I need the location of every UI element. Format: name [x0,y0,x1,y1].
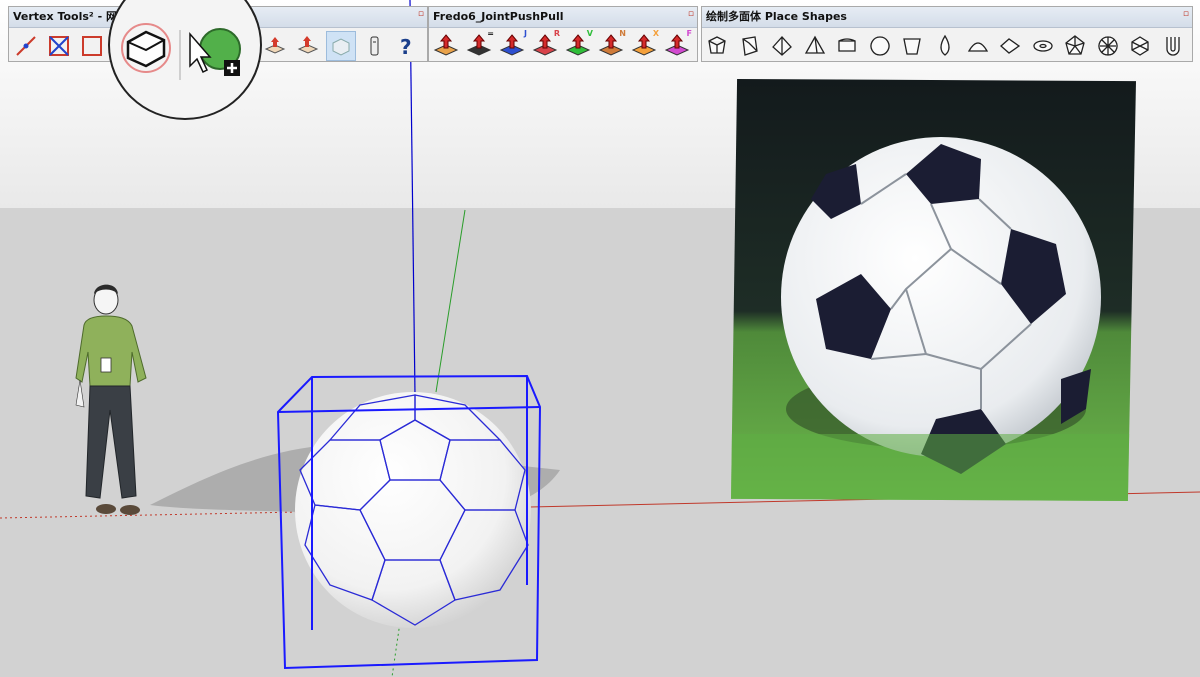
soccer-ball-model[interactable] [295,392,531,628]
extrude-x-icon[interactable]: F [662,28,692,61]
soccer-ball-photo[interactable] [731,79,1136,501]
pushpull-mode-badge: V [586,28,593,38]
place-shapes-toolbar: 绘制多面体 Place Shapes ▫ [701,6,1193,62]
normal-pushpull-icon[interactable]: J [497,28,527,61]
red-axis-dotted [0,511,301,519]
vector-pushpull-v-icon[interactable]: N [596,28,626,61]
normal-pushpull-n-icon[interactable]: X [629,28,659,61]
vertex-tools-close-icon[interactable]: ▫ [418,9,424,19]
pushpull-mode-badge: = [487,28,494,38]
scale-figure-person[interactable] [75,284,147,515]
place-shapes-close-icon[interactable]: ▫ [1183,9,1189,19]
joint-pushpull-j-icon[interactable]: R [530,28,560,61]
smooth-icon[interactable] [326,30,356,61]
pushpull-mode-badge: X [652,28,659,38]
info-icon[interactable] [359,31,389,61]
dome-shape-icon[interactable] [964,31,991,61]
extrude-icon[interactable] [293,31,323,61]
magnified-smooth-icon [121,23,171,73]
vector-pushpull-icon[interactable]: = [464,28,494,61]
joint-pushpull-icon[interactable] [431,31,461,61]
cup-shape-icon[interactable] [899,31,926,61]
help-icon[interactable]: ? [392,31,422,61]
tetrahedron-shape-icon[interactable] [802,31,829,61]
scale-vertex-icon[interactable] [44,31,74,61]
torus-shape-icon[interactable] [1029,31,1056,61]
u-shape-icon[interactable] [1159,31,1186,61]
move-vertex-icon[interactable] [11,31,41,61]
prism-shape-icon[interactable] [737,31,764,61]
magnified-add-component-icon [189,28,241,76]
pushpull-icon[interactable] [260,31,290,61]
round-pushpull-icon[interactable]: V [563,28,593,61]
drop-shape-icon[interactable] [932,31,959,61]
pushpull-mode-badge: R [553,28,560,38]
icosphere-shape-icon[interactable] [1127,31,1154,61]
pushpull-mode-badge: F [686,28,692,38]
pushpull-mode-badge: N [619,28,626,38]
green-axis [435,209,466,393]
joint-pushpull-toolbar: Fredo6_JointPushPull ▫ = J R V N X F [428,6,698,62]
cylinder-shape-icon[interactable] [834,31,861,61]
pushpull-mode-badge: J [524,28,527,38]
place-shapes-title: 绘制多面体 Place Shapes [702,7,1192,28]
joint-pushpull-title: Fredo6_JointPushPull [429,7,697,28]
polyhedron-shape-icon[interactable] [1062,31,1089,61]
soccer-ball-photo-image [731,79,1136,501]
rotate-vertex-icon[interactable] [77,31,107,61]
svg-text:?: ? [400,35,412,59]
sphere-shape-icon[interactable] [867,31,894,61]
geodesic-shape-icon[interactable] [1094,31,1121,61]
pyramid-shape-icon[interactable] [769,31,796,61]
joint-pushpull-close-icon[interactable]: ▫ [688,9,694,19]
box-shape-icon[interactable] [704,31,731,61]
lens-shape-icon[interactable] [997,31,1024,61]
